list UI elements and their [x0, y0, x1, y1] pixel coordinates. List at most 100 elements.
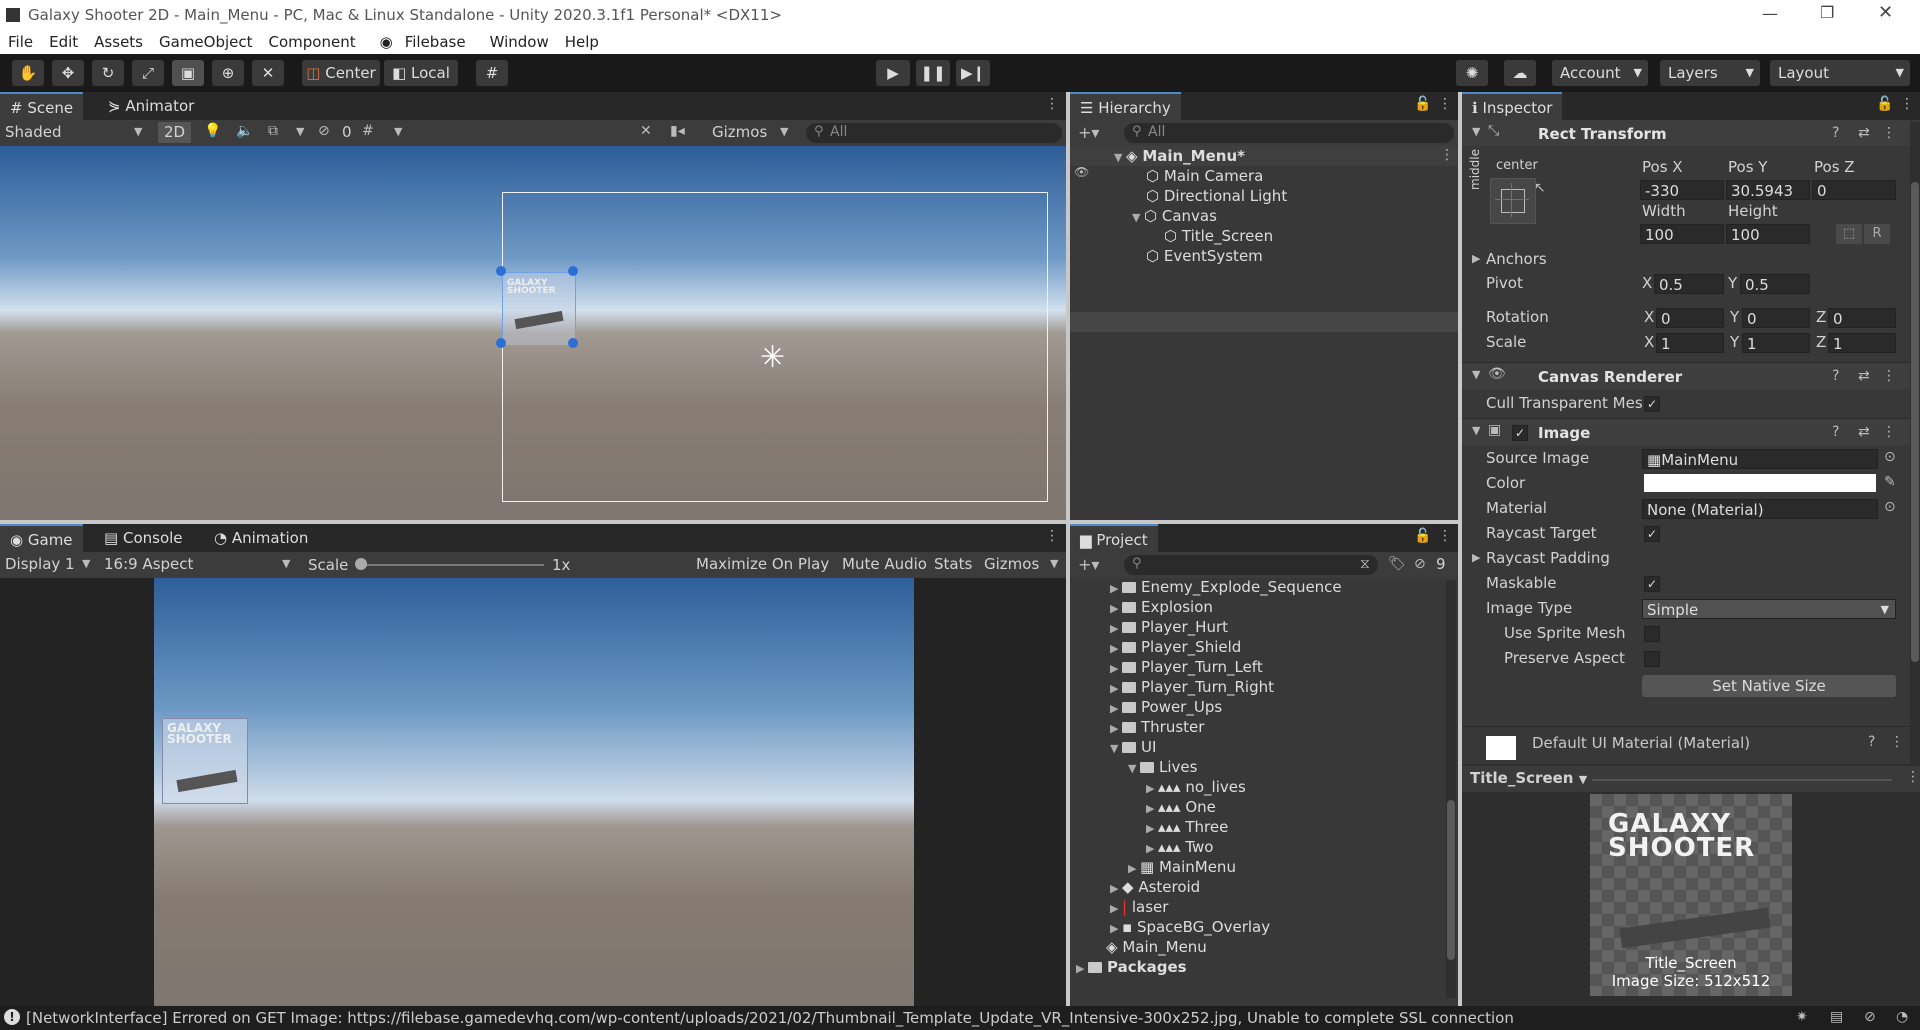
- more-options-icon[interactable]: ⋮: [1045, 96, 1059, 112]
- project-item-main-menu-scene[interactable]: ◈ Main_Menu: [1106, 938, 1207, 956]
- game-gizmos-dropdown[interactable]: Gizmos: [984, 555, 1039, 573]
- pivot-center-button[interactable]: ◫ Center: [302, 60, 380, 86]
- presets-icon[interactable]: ⇄: [1858, 424, 1870, 440]
- stats-toggle[interactable]: Stats: [934, 555, 972, 573]
- set-native-size-button[interactable]: Set Native Size: [1642, 675, 1896, 697]
- tab-hierarchy[interactable]: ☰ Hierarchy: [1070, 92, 1181, 122]
- scale-slider-handle[interactable]: [355, 558, 367, 570]
- resize-handle[interactable]: [568, 266, 578, 276]
- auto-generate-lighting-icon[interactable]: ✷: [1796, 1009, 1808, 1025]
- width-field[interactable]: 100: [1640, 224, 1724, 244]
- rotation-y-field[interactable]: 0: [1742, 308, 1810, 328]
- maximize-on-play-toggle[interactable]: Maximize On Play: [696, 555, 829, 573]
- more-options-icon[interactable]: ⋮: [1882, 368, 1896, 384]
- blueprint-mode-icon[interactable]: ⬚: [1836, 224, 1862, 244]
- canvas-renderer-header[interactable]: [1462, 363, 1910, 389]
- scene-search-input[interactable]: ⚲ All: [806, 123, 1062, 143]
- hierarchy-item-main-menu[interactable]: ▼ ◈ Main_Menu*: [1114, 147, 1245, 165]
- project-item-one[interactable]: ▶ ▴▴▴ One: [1146, 798, 1216, 816]
- color-swatch[interactable]: [1644, 474, 1876, 492]
- grid-icon[interactable]: #: [362, 123, 374, 139]
- anchors-foldout[interactable]: Anchors: [1486, 250, 1547, 268]
- filter-by-label-icon[interactable]: 🏷: [1388, 556, 1406, 572]
- pause-button[interactable]: ❚❚: [916, 60, 950, 86]
- scale-x-field[interactable]: 1: [1656, 333, 1724, 353]
- lighting-icon[interactable]: 💡: [204, 123, 221, 139]
- help-icon[interactable]: ?: [1832, 368, 1839, 384]
- cull-transparent-checkbox[interactable]: ✓: [1644, 396, 1660, 412]
- hierarchy-item-main-camera[interactable]: ⬡ Main Camera: [1146, 167, 1263, 185]
- project-item-player-hurt[interactable]: ▶ Player_Hurt: [1110, 618, 1228, 636]
- custom-tool-icon[interactable]: ✕: [252, 60, 284, 86]
- menu-component[interactable]: Component: [269, 30, 356, 54]
- project-scrollbar-thumb[interactable]: [1447, 800, 1455, 960]
- audio-icon[interactable]: 🔈: [236, 123, 253, 139]
- menu-help[interactable]: Help: [565, 30, 599, 54]
- rect-tool-icon[interactable]: ▣: [172, 60, 204, 86]
- rotation-z-field[interactable]: 0: [1828, 308, 1896, 328]
- project-item-player-turn-left[interactable]: ▶ Player_Turn_Left: [1110, 658, 1263, 676]
- gizmos-dropdown[interactable]: Gizmos: [712, 123, 767, 141]
- preview-object-dropdown[interactable]: Title_Screen ▼: [1470, 769, 1587, 787]
- project-item-enemy-explode-sequence[interactable]: ▶ Enemy_Explode_Sequence: [1110, 578, 1342, 596]
- game-view[interactable]: GALAXY SHOOTER: [154, 578, 914, 1006]
- inspector-scrollbar-thumb[interactable]: [1911, 182, 1919, 662]
- more-options-icon[interactable]: ⋮: [1882, 125, 1896, 141]
- project-item-power-ups[interactable]: ▶ Power_Ups: [1110, 698, 1222, 716]
- hierarchy-item-title-screen[interactable]: ⬡ Title_Screen: [1164, 227, 1273, 245]
- project-item-packages[interactable]: ▶ Packages: [1076, 958, 1187, 976]
- resize-handle[interactable]: [496, 338, 506, 348]
- lock-icon[interactable]: 🔓: [1414, 96, 1431, 112]
- layers-dropdown[interactable]: Layers ▼: [1660, 60, 1760, 86]
- image-header[interactable]: [1462, 419, 1910, 445]
- image-enabled-checkbox[interactable]: ✓: [1512, 425, 1528, 441]
- tools-icon[interactable]: ✕: [640, 123, 652, 139]
- lock-icon[interactable]: 🔓: [1414, 528, 1431, 544]
- preserve-aspect-checkbox[interactable]: [1644, 651, 1660, 667]
- cloud-icon[interactable]: ☁: [1504, 60, 1536, 86]
- hierarchy-search-input[interactable]: ⚲ All: [1124, 123, 1454, 143]
- project-item-asteroid[interactable]: ▶ ◆ Asteroid: [1110, 878, 1200, 896]
- posz-field[interactable]: 0: [1812, 180, 1896, 200]
- close-icon[interactable]: ✕: [1878, 2, 1893, 23]
- transform-tool-icon[interactable]: ⊕: [212, 60, 244, 86]
- project-item-mainmenu[interactable]: ▶ ▦ MainMenu: [1128, 858, 1236, 876]
- scene-viewport[interactable]: GALAXY SHOOTER ✳: [0, 146, 1066, 520]
- hierarchy-item-directional-light[interactable]: ⬡ Directional Light: [1146, 187, 1287, 205]
- posx-field[interactable]: -330: [1640, 180, 1724, 200]
- menu-file[interactable]: File: [8, 30, 33, 54]
- mute-audio-toggle[interactable]: Mute Audio: [842, 555, 927, 573]
- project-item-player-turn-right[interactable]: ▶ Player_Turn_Right: [1110, 678, 1274, 696]
- object-picker-icon[interactable]: ⊙: [1884, 449, 1896, 465]
- hidden-packages-icon[interactable]: ⊘: [1414, 556, 1426, 572]
- rotate-tool-icon[interactable]: ↻: [92, 60, 124, 86]
- raycast-target-checkbox[interactable]: ✓: [1644, 526, 1660, 542]
- scale-y-field[interactable]: 1: [1742, 333, 1810, 353]
- project-item-explosion[interactable]: ▶ Explosion: [1110, 598, 1213, 616]
- source-image-field[interactable]: ▦MainMenu: [1642, 449, 1878, 469]
- more-options-icon[interactable]: ⋮: [1882, 424, 1896, 440]
- project-item-ui[interactable]: ▼ UI: [1110, 738, 1156, 756]
- tab-console[interactable]: ▤ Console: [94, 524, 193, 552]
- filter-by-type-icon[interactable]: ⧖: [1360, 556, 1370, 572]
- play-button[interactable]: ▶: [876, 60, 910, 86]
- inspector-scrollbar[interactable]: [1910, 122, 1920, 764]
- project-search-input[interactable]: ⚲: [1124, 555, 1378, 575]
- collab-icon[interactable]: ✺: [1456, 60, 1488, 86]
- help-icon[interactable]: ?: [1832, 424, 1839, 440]
- aspect-dropdown[interactable]: 16:9 Aspect: [104, 555, 193, 573]
- presets-icon[interactable]: ⇄: [1858, 368, 1870, 384]
- debugger-icon[interactable]: ⊘: [1864, 1009, 1876, 1025]
- hierarchy-item-canvas[interactable]: ▼ ⬡ Canvas: [1132, 207, 1217, 225]
- more-options-icon[interactable]: ⋮: [1438, 96, 1452, 112]
- step-button[interactable]: ▶❙: [956, 60, 990, 86]
- shading-dropdown[interactable]: Shaded: [5, 123, 62, 141]
- image-type-dropdown[interactable]: Simple ▼: [1642, 599, 1896, 619]
- camera-icon[interactable]: ▮◂: [670, 123, 685, 139]
- menu-assets[interactable]: Assets: [94, 30, 143, 54]
- menu-window[interactable]: Window: [490, 30, 549, 54]
- menu-edit[interactable]: Edit: [49, 30, 78, 54]
- more-options-icon[interactable]: ⋮: [1045, 528, 1059, 544]
- pivot-y-field[interactable]: 0.5: [1740, 274, 1810, 294]
- scale-tool-icon[interactable]: ⤢: [132, 60, 164, 86]
